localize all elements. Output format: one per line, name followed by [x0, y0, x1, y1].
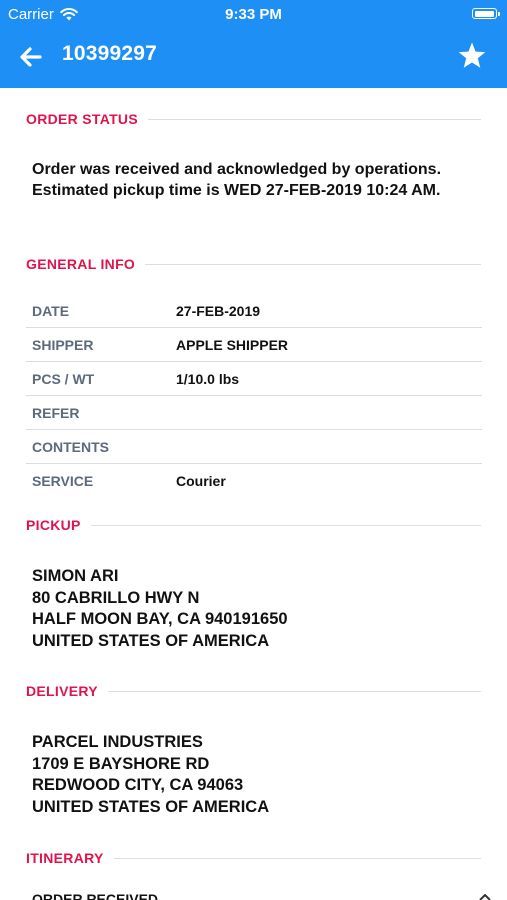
delivery-header: DELIVERY — [26, 681, 481, 701]
general-info-table: DATE 27-FEB-2019 SHIPPER APPLE SHIPPER P… — [26, 294, 482, 497]
order-status-header: ORDER STATUS — [26, 109, 481, 129]
divider — [147, 118, 481, 120]
divider — [90, 524, 481, 526]
info-label: REFER — [32, 404, 80, 421]
pickup-header: PICKUP — [26, 515, 481, 535]
address-line: UNITED STATES OF AMERICA — [32, 797, 270, 816]
arrow-left-icon[interactable] — [18, 44, 44, 70]
info-value: APPLE SHIPPER — [176, 336, 289, 353]
info-row-service: SERVICE Courier — [26, 464, 482, 497]
itinerary-title: ITINERARY — [26, 850, 104, 866]
info-label: PCS / WT — [32, 370, 95, 387]
itinerary-item-label[interactable]: ORDER RECEIVED — [32, 891, 158, 900]
info-label: SHIPPER — [32, 336, 94, 353]
info-row-shipper: SHIPPER APPLE SHIPPER — [26, 328, 482, 362]
clock: 9:33 PM — [225, 6, 282, 23]
address-line: 80 CABRILLO HWY N — [32, 588, 200, 607]
general-info-title: GENERAL INFO — [26, 256, 136, 272]
top-bar: Carrier 9:33 PM 10399297 — [0, 0, 507, 88]
info-value: 1/10.0 lbs — [176, 370, 240, 387]
delivery-address: PARCEL INDUSTRIES 1709 E BAYSHORE RD RED… — [32, 732, 482, 818]
itinerary-header: ITINERARY — [26, 848, 481, 868]
info-label: CONTENTS — [32, 438, 109, 455]
divider — [113, 857, 481, 859]
address-line: SIMON ARI — [32, 567, 119, 585]
divider — [145, 263, 481, 265]
order-status-title: ORDER STATUS — [26, 111, 138, 127]
general-info-header: GENERAL INFO — [26, 254, 481, 274]
info-row-pcs-wt: PCS / WT 1/10.0 lbs — [26, 362, 482, 396]
star-icon[interactable] — [457, 41, 487, 71]
info-row-refer: REFER — [26, 396, 482, 430]
pickup-address: SIMON ARI 80 CABRILLO HWY N HALF MOON BA… — [32, 566, 482, 652]
delivery-title: DELIVERY — [26, 683, 98, 699]
address-line: UNITED STATES OF AMERICA — [32, 631, 270, 650]
divider — [107, 690, 481, 692]
chevron-up-icon[interactable] — [479, 894, 491, 900]
info-row-contents: CONTENTS — [26, 430, 482, 464]
address-line: HALF MOON BAY, CA 940191650 — [32, 610, 288, 628]
info-row-date: DATE 27-FEB-2019 — [26, 294, 482, 328]
address-line: 1709 E BAYSHORE RD — [32, 754, 210, 773]
address-line: PARCEL INDUSTRIES — [32, 733, 203, 751]
info-value: Courier — [176, 472, 226, 489]
pickup-title: PICKUP — [26, 517, 81, 533]
status-bar: Carrier 9:33 PM — [0, 0, 507, 28]
page-title: 10399297 — [62, 42, 158, 65]
info-value: 27-FEB-2019 — [176, 302, 261, 319]
order-status-message: Order was received and acknowledged by o… — [32, 161, 442, 199]
nav-bar: 10399297 — [0, 28, 507, 88]
address-line: REDWOOD CITY, CA 94063 — [32, 776, 244, 794]
battery-icon — [472, 8, 500, 19]
info-label: DATE — [32, 302, 70, 319]
info-label: SERVICE — [32, 472, 94, 489]
